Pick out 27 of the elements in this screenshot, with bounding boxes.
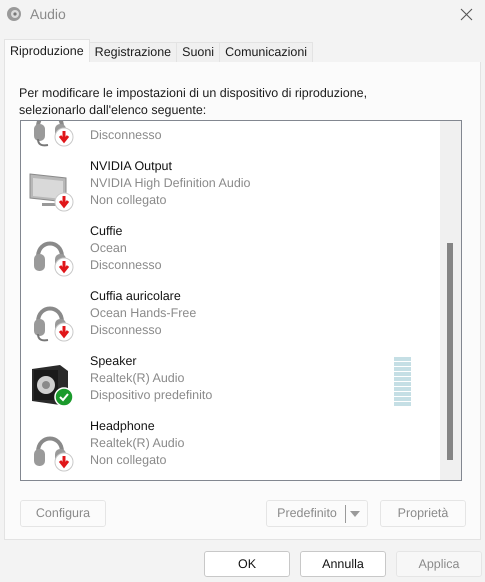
caret-icon	[350, 510, 360, 516]
device-description: Ocean Hands-Free	[90, 305, 196, 322]
device-status: Disconnesso	[90, 127, 162, 144]
device-name: NVIDIA Output	[90, 158, 173, 175]
scrollbar-thumb[interactable]	[447, 243, 453, 460]
device-status: Disconnesso	[90, 257, 162, 274]
device-name: Headphone	[90, 418, 156, 435]
device-name: Cuffie	[90, 223, 124, 240]
device-description: Realtek(R) Audio	[90, 370, 186, 387]
close-icon[interactable]	[460, 8, 473, 20]
button[interactable]: OK	[204, 551, 290, 577]
window-title: Audio	[30, 4, 66, 24]
device-name: Speaker	[90, 353, 138, 370]
device-name: Cuffia auricolare	[90, 288, 182, 305]
tab[interactable]: Comunicazioni	[219, 42, 314, 62]
button[interactable]: Annulla	[300, 551, 386, 577]
device-description: Realtek(R) Audio	[90, 435, 184, 452]
device-status: Dispositivo predefinito	[90, 387, 212, 404]
device-status: Non collegato	[90, 192, 168, 209]
device-status: Non collegato	[90, 452, 168, 469]
instruction-text: Per modificare le impostazioni di un dispositivo di riproduzione, selezionarlo dall'elenco seguente:	[19, 85, 368, 119]
device-status: Disconnesso	[90, 322, 163, 339]
tab[interactable]: Registrazione	[88, 42, 178, 62]
speaker-icon	[6, 6, 22, 22]
device-description: NVIDIA High Definition Audio	[90, 175, 251, 192]
device-description: Ocean	[90, 240, 128, 257]
tab[interactable]: Riproduzione	[4, 39, 90, 63]
